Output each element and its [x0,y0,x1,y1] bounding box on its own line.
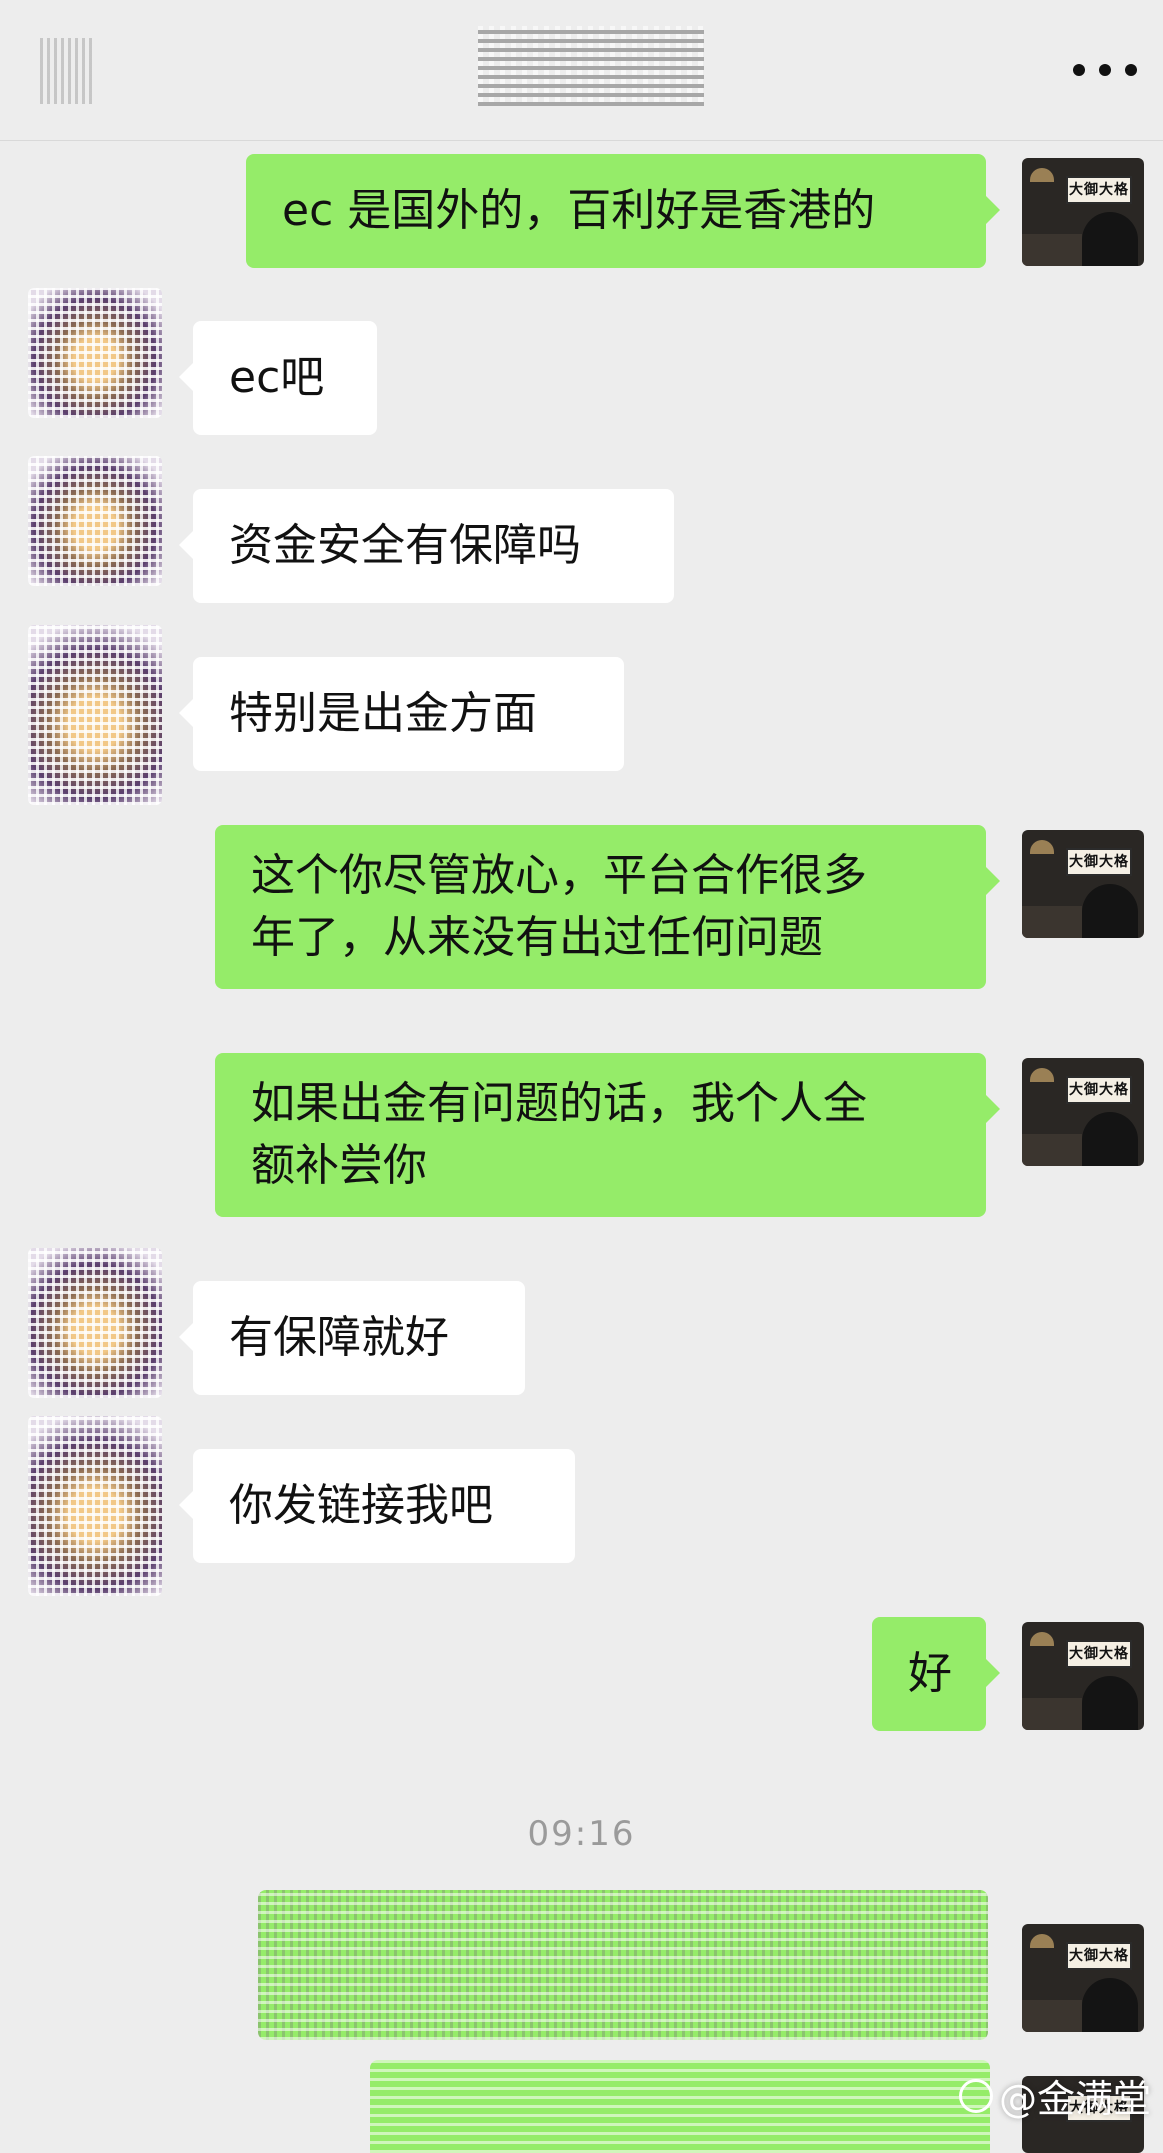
message-bubble[interactable]: ec吧 [179,321,377,435]
message-bubble[interactable]: 如果出金有问题的话，我个人全 额补尝你 [215,1053,1000,1217]
my-avatar[interactable]: 大御大格 [1022,1622,1144,1730]
message-bubble[interactable]: 资金安全有保障吗 [179,489,674,603]
message-bubble[interactable]: 好 [872,1617,1000,1731]
contact-avatar[interactable] [28,456,162,586]
avatar-sign: 大御大格 [1066,1076,1132,1104]
lamp-icon [1030,168,1054,182]
blurred-message-bubble[interactable] [258,1890,988,2040]
back-arrow-icon[interactable] [40,38,96,104]
message-bubble[interactable]: ec 是国外的，百利好是香港的 [246,154,1000,268]
more-dots-icon[interactable] [1073,60,1137,80]
message-bubble[interactable]: 特别是出金方面 [179,657,624,771]
my-avatar[interactable]: 大御大格 [1022,158,1144,266]
watermark-logo-icon [958,2078,993,2113]
message-bubble[interactable]: 你发链接我吧 [179,1449,575,1563]
avatar-sign: 大御大格 [1066,176,1132,204]
chat-header [0,0,1163,141]
contact-avatar[interactable] [28,288,162,418]
contact-avatar[interactable] [28,1416,162,1596]
avatar-sign: 大御大格 [1066,1942,1132,1970]
my-avatar[interactable]: 大御大格 [1022,830,1144,938]
contact-avatar[interactable] [28,1248,162,1398]
avatar-sign: 大御大格 [1066,848,1132,876]
contact-avatar[interactable] [28,625,162,805]
my-avatar[interactable]: 大御大格 [1022,1058,1144,1166]
message-bubble[interactable]: 有保障就好 [179,1281,525,1395]
timestamp: 09:16 [0,1810,1163,1858]
avatar-sign: 大御大格 [1066,1640,1132,1668]
chat-title [478,26,704,106]
watermark: @金满堂 [958,2068,1151,2123]
my-avatar[interactable]: 大御大格 [1022,1924,1144,2032]
blurred-message-bubble[interactable] [370,2060,990,2153]
message-bubble[interactable]: 这个你尽管放心，平台合作很多 年了，从来没有出过任何问题 [215,825,1000,989]
